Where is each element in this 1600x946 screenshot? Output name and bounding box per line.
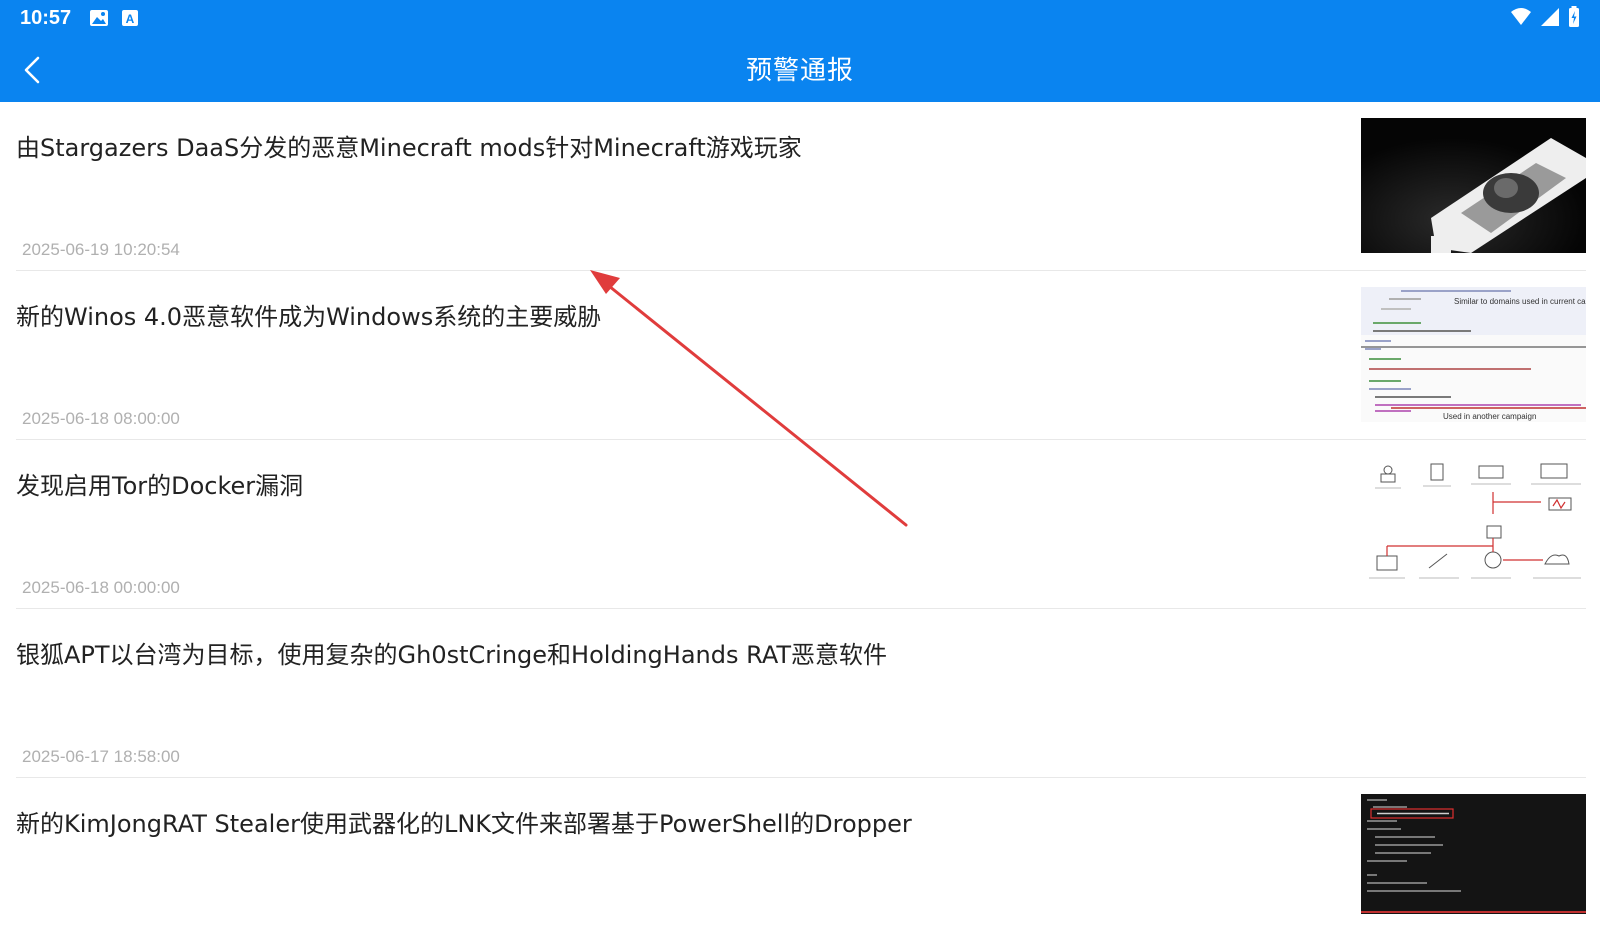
article-title[interactable]: 银狐APT以台湾为目标，使用复杂的Gh0stCringe和HoldingHand…	[16, 635, 887, 670]
code-thumbnail-image: Similar to domains used in current campa…	[1361, 287, 1586, 422]
article-thumbnail[interactable]	[1361, 118, 1586, 253]
page-title: 预警通报	[745, 56, 854, 86]
article-thumbnail[interactable]	[1361, 794, 1586, 914]
article-title[interactable]: 新的KimJongRAT Stealer使用武器化的LNK文件来部署基于Powe…	[16, 804, 912, 839]
image-icon	[90, 10, 109, 26]
article-thumbnail[interactable]	[1361, 456, 1586, 591]
article-title[interactable]: 新的Winos 4.0恶意软件成为Windows系统的主要威胁	[16, 297, 601, 332]
list-item[interactable]: 由Stargazers DaaS分发的恶意Minecraft mods针对Min…	[16, 102, 1586, 271]
signal-icon	[1541, 8, 1559, 26]
terminal-thumbnail-image	[1361, 794, 1586, 914]
article-date: 2025-06-18 00:00:00	[22, 578, 180, 597]
list-item[interactable]: 发现启用Tor的Docker漏洞 2025-06-18 00:00:00	[16, 440, 1586, 609]
article-thumbnail[interactable]: Similar to domains used in current campa…	[1361, 287, 1586, 422]
diagram-thumbnail-image	[1361, 456, 1586, 591]
status-bar: 10:57 A	[0, 0, 1600, 36]
svg-text:A: A	[126, 12, 135, 26]
list-item[interactable]: 新的KimJongRAT Stealer使用武器化的LNK文件来部署基于Powe…	[16, 778, 1586, 946]
status-time: 10:57	[20, 6, 72, 29]
list-item[interactable]: 银狐APT以台湾为目标，使用复杂的Gh0stCringe和HoldingHand…	[16, 609, 1586, 778]
article-title[interactable]: 由Stargazers DaaS分发的恶意Minecraft mods针对Min…	[16, 128, 802, 163]
battery-icon	[1569, 6, 1579, 27]
thumb-caption-top: Similar to domains used in current campa…	[1454, 297, 1586, 306]
a-badge-icon: A	[122, 10, 139, 26]
app-bar: 预警通报	[0, 36, 1600, 102]
article-list[interactable]: 由Stargazers DaaS分发的恶意Minecraft mods针对Min…	[0, 102, 1600, 946]
list-item[interactable]: 新的Winos 4.0恶意软件成为Windows系统的主要威胁 2025-06-…	[16, 271, 1586, 440]
wifi-icon	[1511, 8, 1531, 25]
article-date: 2025-06-17 18:58:00	[22, 747, 180, 766]
thumb-caption-bottom: Used in another campaign	[1443, 412, 1536, 421]
article-date: 2025-06-19 10:20:54	[22, 240, 180, 259]
article-date: 2025-06-18 08:00:00	[22, 409, 180, 428]
article-title[interactable]: 发现启用Tor的Docker漏洞	[16, 466, 303, 501]
photo-thumbnail-image	[1361, 118, 1586, 253]
